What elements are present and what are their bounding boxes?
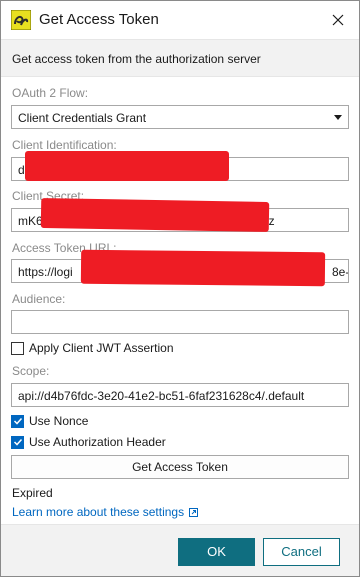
client-id-label: Client Identification: xyxy=(12,138,117,152)
checkbox-box xyxy=(11,341,24,355)
title-bar: Get Access Token xyxy=(1,1,359,39)
checkbox-box xyxy=(11,414,24,428)
scope-field[interactable]: api://d4b76fdc-3e20-41e2-bc51-6faf231628… xyxy=(11,383,349,407)
app-icon xyxy=(11,10,31,30)
form-body: OAuth 2 Flow: Client Credentials Grant C… xyxy=(1,77,359,524)
audience-label: Audience: xyxy=(12,292,66,306)
ok-button[interactable]: OK xyxy=(178,538,255,566)
dialog-title: Get Access Token xyxy=(39,11,159,28)
use-auth-header-label: Use Authorization Header xyxy=(29,435,166,449)
close-icon xyxy=(332,14,344,26)
dialog-subtitle: Get access token from the authorization … xyxy=(12,52,261,66)
use-nonce-label: Use Nonce xyxy=(29,414,89,428)
close-button[interactable] xyxy=(325,7,351,33)
client-secret-value: mK6 xyxy=(18,214,43,228)
cancel-button[interactable]: Cancel xyxy=(263,538,340,566)
dialog-footer: OK Cancel xyxy=(1,524,359,576)
learn-more-label: Learn more about these settings xyxy=(12,505,185,519)
apply-jwt-checkbox[interactable]: Apply Client JWT Assertion xyxy=(11,341,174,355)
access-token-url-value: https://logi xyxy=(18,265,73,279)
access-token-url-tail: 8e- xyxy=(332,265,349,279)
redaction-mark xyxy=(25,151,229,181)
apply-jwt-label: Apply Client JWT Assertion xyxy=(29,341,174,355)
redaction-mark xyxy=(80,249,326,287)
dialog-window: Get Access Token Get access token from t… xyxy=(0,0,360,577)
oauth-flow-label: OAuth 2 Flow: xyxy=(12,86,89,100)
scope-label: Scope: xyxy=(12,364,50,378)
get-access-token-button[interactable]: Get Access Token xyxy=(11,455,349,479)
chevron-down-icon xyxy=(334,115,342,120)
use-nonce-checkbox[interactable]: Use Nonce xyxy=(11,414,88,428)
audience-field[interactable] xyxy=(11,310,349,334)
checkbox-box xyxy=(11,435,24,449)
checkmark-icon xyxy=(13,438,22,446)
external-link-icon xyxy=(189,507,199,517)
subtitle-bar: Get access token from the authorization … xyxy=(1,39,359,77)
token-status: Expired xyxy=(12,486,53,500)
oauth-flow-select[interactable]: Client Credentials Grant xyxy=(11,105,349,129)
checkmark-icon xyxy=(13,417,22,425)
use-auth-header-checkbox[interactable]: Use Authorization Header xyxy=(11,435,166,449)
scope-value: api://d4b76fdc-3e20-41e2-bc51-6faf231628… xyxy=(18,389,305,403)
learn-more-link[interactable]: Learn more about these settings xyxy=(12,505,199,519)
oauth-flow-value: Client Credentials Grant xyxy=(18,111,147,125)
redaction-mark xyxy=(40,198,270,232)
